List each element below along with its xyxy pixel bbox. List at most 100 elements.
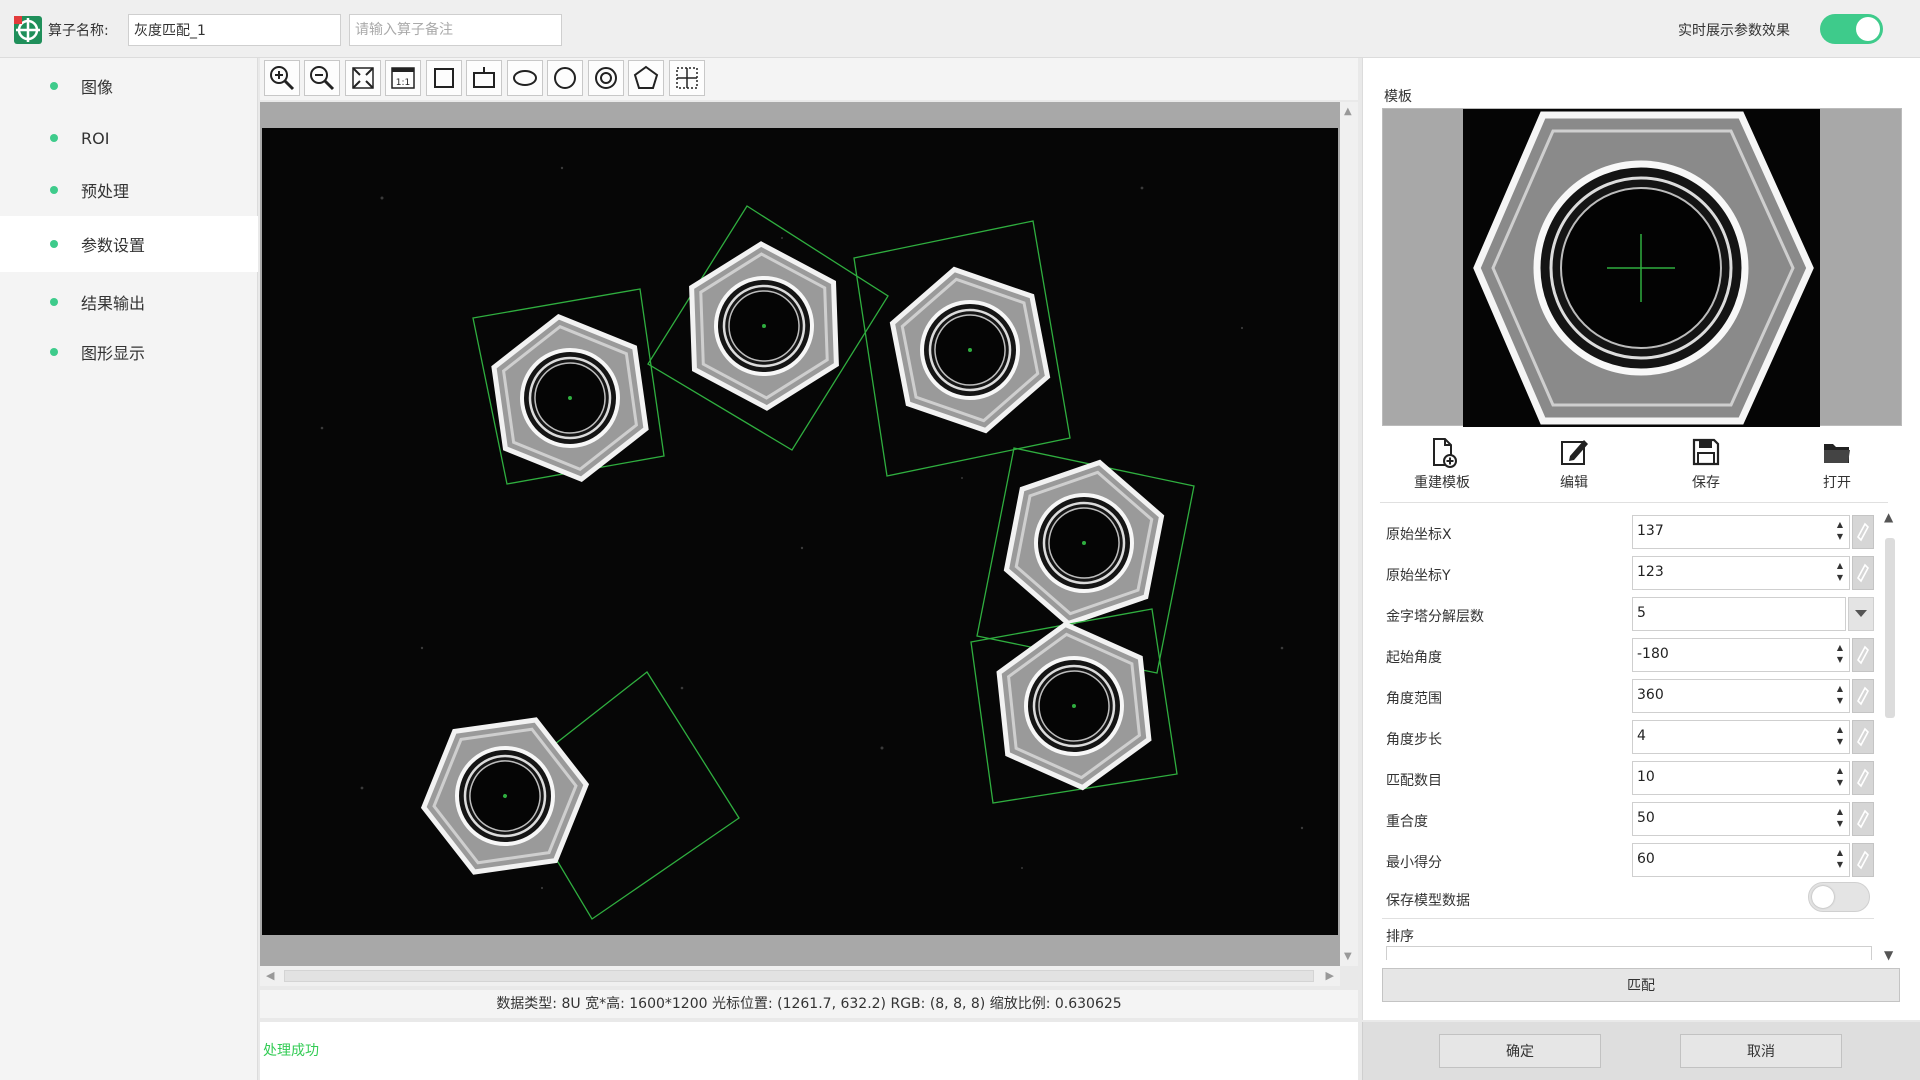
param-label: 排序	[1386, 929, 1414, 945]
viewer-vertical-scrollbar[interactable]: ▲ ▼	[1340, 102, 1358, 966]
sidebar-item-preprocess[interactable]: 预处理	[0, 162, 258, 218]
draw-rectangle-button[interactable]	[426, 60, 462, 96]
param-row-start-angle: 起始角度 -180 ▲ ▼	[1382, 635, 1882, 675]
param-label: 重合度	[1386, 814, 1428, 830]
rebuild-template-button[interactable]: 重建模板	[1387, 434, 1497, 494]
open-template-button[interactable]: 打开	[1782, 434, 1892, 494]
scroll-left-icon[interactable]: ◀	[266, 969, 274, 982]
match-result-image	[262, 128, 1338, 935]
confirm-button[interactable]: 确定	[1439, 1034, 1601, 1068]
pyramid-levels-select[interactable]: 5	[1632, 597, 1846, 631]
op-name-label: 算子名称:	[48, 23, 109, 39]
overlap-input[interactable]: 50 ▲ ▼	[1632, 802, 1850, 836]
sidebar-item-label: ROI	[81, 128, 110, 148]
spin-arrows-icon[interactable]: ▲ ▼	[1835, 806, 1845, 830]
viewer-horizontal-scrollbar[interactable]: ◀ ▶	[260, 966, 1340, 986]
op-remark-input[interactable]	[349, 14, 562, 46]
actual-size-button[interactable]: 1:1	[385, 60, 421, 96]
param-value: 10	[1637, 769, 1655, 785]
scroll-up-icon[interactable]: ▲	[1884, 510, 1893, 524]
zoom-in-button[interactable]	[264, 60, 300, 96]
param-row-min-score: 最小得分 60 ▲ ▼	[1382, 840, 1882, 880]
link-button[interactable]	[1852, 556, 1874, 590]
scroll-down-icon[interactable]: ▼	[1884, 948, 1893, 962]
nav-dot-icon	[50, 240, 58, 248]
link-button[interactable]	[1852, 720, 1874, 754]
link-icon	[1857, 809, 1869, 829]
match-count-input[interactable]: 10 ▲ ▼	[1632, 761, 1850, 795]
spin-arrows-icon[interactable]: ▲ ▼	[1835, 847, 1845, 871]
angle-step-input[interactable]: 4 ▲ ▼	[1632, 720, 1850, 754]
draw-ring-button[interactable]	[588, 60, 624, 96]
spin-arrows-icon[interactable]: ▲ ▼	[1835, 724, 1845, 748]
save-model-toggle[interactable]	[1808, 882, 1870, 912]
polygon-icon	[633, 65, 659, 89]
image-status-bar: 数据类型: 8U 宽*高: 1600*1200 光标位置: (1261.7, 6…	[260, 990, 1358, 1018]
crosshair-icon	[676, 67, 698, 89]
sort-select[interactable]	[1386, 946, 1872, 960]
match-button[interactable]: 匹配	[1382, 968, 1900, 1002]
nav-dot-icon	[50, 298, 58, 306]
draw-ellipse-button[interactable]	[507, 60, 543, 96]
nav-dot-icon	[50, 134, 58, 142]
link-icon	[1857, 850, 1869, 870]
save-template-button[interactable]: 保存	[1651, 434, 1761, 494]
scroll-down-icon[interactable]: ▼	[1344, 951, 1352, 962]
sidebar-item-label: 预处理	[81, 182, 130, 201]
link-button[interactable]	[1852, 638, 1874, 672]
crosshair-button[interactable]	[669, 60, 705, 96]
spin-arrows-icon[interactable]: ▲ ▼	[1835, 642, 1845, 666]
image-canvas[interactable]	[262, 128, 1338, 935]
spin-arrows-icon[interactable]: ▲ ▼	[1835, 519, 1845, 543]
scroll-up-icon[interactable]: ▲	[1344, 106, 1352, 117]
edit-template-label: 编辑	[1560, 475, 1588, 491]
zoom-out-button[interactable]	[304, 60, 340, 96]
open-template-label: 打开	[1823, 475, 1851, 491]
op-name-input[interactable]	[128, 14, 341, 46]
link-button[interactable]	[1852, 515, 1874, 549]
sidebar-item-roi[interactable]: ROI	[0, 110, 258, 166]
scrollbar-track[interactable]	[284, 970, 1314, 982]
params-scrollbar[interactable]: ▲ ▼	[1880, 508, 1902, 964]
nav-dot-icon	[50, 348, 58, 356]
scrollbar-thumb[interactable]	[1885, 538, 1895, 718]
sidebar-item-graphics[interactable]: 图形显示	[0, 324, 258, 380]
cancel-button[interactable]: 取消	[1680, 1034, 1842, 1068]
sidebar-item-label: 图像	[81, 78, 114, 97]
spin-arrows-icon[interactable]: ▲ ▼	[1835, 560, 1845, 584]
param-row-angle-step: 角度步长 4 ▲ ▼	[1382, 717, 1882, 757]
min-score-input[interactable]: 60 ▲ ▼	[1632, 843, 1850, 877]
angle-range-input[interactable]: 360 ▲ ▼	[1632, 679, 1850, 713]
draw-rotated-rectangle-button[interactable]	[466, 60, 502, 96]
link-button[interactable]	[1852, 679, 1874, 713]
realtime-preview-toggle[interactable]	[1820, 14, 1883, 44]
scroll-right-icon[interactable]: ▶	[1326, 969, 1334, 982]
fit-window-button[interactable]	[345, 60, 381, 96]
sidebar-item-params[interactable]: 参数设置	[0, 216, 258, 272]
sidebar-item-image[interactable]: 图像	[0, 58, 258, 114]
start-angle-input[interactable]: -180 ▲ ▼	[1632, 638, 1850, 672]
save-icon	[1692, 438, 1720, 466]
spin-arrows-icon[interactable]: ▲ ▼	[1835, 683, 1845, 707]
dropdown-button[interactable]	[1848, 597, 1874, 631]
param-row-origin-y: 原始坐标Y 123 ▲ ▼	[1382, 553, 1882, 593]
status-message: 处理成功	[263, 1043, 319, 1059]
spin-arrows-icon[interactable]: ▲ ▼	[1835, 765, 1845, 789]
template-label: 模板	[1384, 89, 1412, 105]
draw-polygon-button[interactable]	[628, 60, 664, 96]
param-value: 360	[1637, 687, 1664, 703]
sidebar-item-output[interactable]: 结果输出	[0, 274, 258, 330]
template-preview	[1382, 108, 1902, 427]
draw-circle-button[interactable]	[547, 60, 583, 96]
param-value: -180	[1637, 646, 1669, 662]
link-button[interactable]	[1852, 761, 1874, 795]
edit-template-button[interactable]: 编辑	[1519, 434, 1629, 494]
link-button[interactable]	[1852, 843, 1874, 877]
origin-x-input[interactable]: 137 ▲ ▼	[1632, 515, 1850, 549]
param-value: 4	[1637, 728, 1646, 744]
param-value: 50	[1637, 810, 1655, 826]
fit-window-icon	[352, 67, 374, 89]
link-button[interactable]	[1852, 802, 1874, 836]
origin-y-input[interactable]: 123 ▲ ▼	[1632, 556, 1850, 590]
template-image	[1463, 109, 1820, 427]
